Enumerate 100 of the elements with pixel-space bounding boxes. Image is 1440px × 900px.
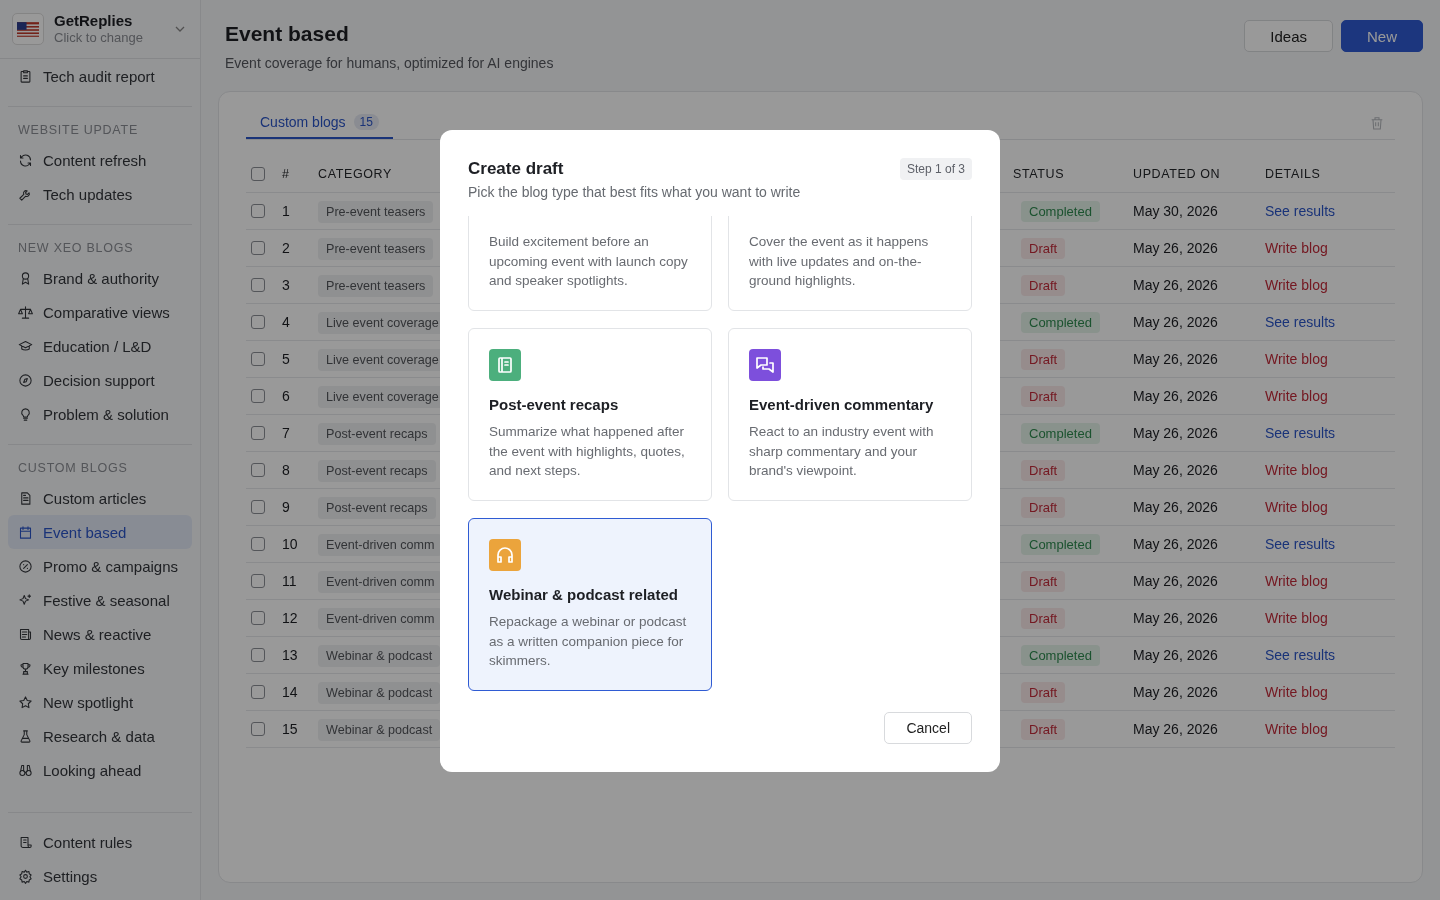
tab[interactable]: Custom blogs 15 [246,106,393,139]
column-header: # [282,167,291,181]
step-badge: Step 1 of 3 [899,158,972,180]
row-number: 8 [282,462,291,478]
row-checkbox[interactable] [251,204,265,218]
row-number: 1 [282,203,291,219]
details-link[interactable]: See results [1265,536,1336,552]
row-checkbox[interactable] [251,315,265,329]
nav-item[interactable]: Problem & solution [8,397,192,431]
ideas-button[interactable]: Ideas [1244,20,1333,52]
nav-item[interactable]: Custom articles [8,481,192,515]
date-cell-text: May 26, 2026 [1133,462,1219,478]
cancel-button[interactable]: Cancel [884,712,972,744]
blog-type-option[interactable]: Webinar & podcast related Repackage a webinar or podcast as a written companion piece for skimmers. [468,518,712,691]
account-switcher[interactable]: GetReplies Click to change [0,0,200,59]
trophy-icon [18,660,33,676]
nav-item[interactable]: Event based [8,515,192,549]
status-badge: Draft [1021,460,1066,481]
nav-item[interactable]: Looking ahead [8,753,192,787]
option-description: React to an industry event with sharp commentary and your brand's viewpoint. [749,423,935,480]
row-checkbox[interactable] [251,685,265,699]
details-link[interactable]: Write blog [1265,388,1328,404]
row-number: 15 [282,721,299,737]
document-icon [18,490,33,506]
row-checkbox[interactable] [251,389,265,403]
date-cell-text: May 26, 2026 [1133,721,1219,737]
trash-icon[interactable] [1369,114,1385,131]
nav-item[interactable]: Promo & campaigns [8,549,192,583]
account-hint: Click to change [54,30,144,46]
sparkle-icon [18,592,33,608]
option-description: Repackage a webinar or podcast as a written companion piece for skimmers. [489,613,688,670]
date-cell-text: May 26, 2026 [1133,277,1219,293]
nav-item[interactable]: New spotlight [8,685,192,719]
row-number: 9 [282,499,291,515]
category-tag: Event-driven comm [318,571,443,593]
details-link[interactable]: Write blog [1265,721,1328,737]
details-link[interactable]: See results [1265,314,1336,330]
details-link[interactable]: Write blog [1265,240,1328,256]
row-checkbox[interactable] [251,611,265,625]
blog-type-option[interactable]: Post-event recaps Summarize what happened after the event with highlights, quotes, and next steps. [468,328,712,501]
nav-item[interactable]: Research & data [8,719,192,753]
details-link[interactable]: See results [1265,425,1336,441]
row-checkbox[interactable] [251,241,265,255]
details-link[interactable]: Write blog [1265,684,1328,700]
nav-item[interactable]: Tech audit report [8,59,192,93]
category-tag: Event-driven comm [318,608,443,630]
nav-item[interactable]: Festive & seasonal [8,583,192,617]
category-tag: Event-driven comm [318,534,443,556]
nav-item[interactable]: Education / L&D [8,329,192,363]
row-checkbox[interactable] [251,500,265,514]
blog-type-option[interactable]: Event-driven commentary React to an industry event with sharp commentary and your brand's viewpoint. [728,328,972,501]
nav-item[interactable]: Settings [8,859,192,893]
option-description: Cover the event as it happens with live updates and on-the-ground highlights. [749,233,930,290]
column-header: STATUS [1013,167,1066,181]
row-checkbox[interactable] [251,537,265,551]
details-link[interactable]: See results [1265,203,1336,219]
row-number: 10 [282,536,299,552]
select-all-checkbox[interactable] [251,167,265,181]
status-badge: Draft [1021,238,1066,259]
date-cell-text: May 26, 2026 [1133,388,1219,404]
details-link[interactable]: Write blog [1265,499,1328,515]
new-button[interactable]: New [1341,20,1423,52]
flag-icon [17,21,39,37]
nav-item[interactable]: Content rules [8,825,192,859]
row-checkbox[interactable] [251,278,265,292]
details-link[interactable]: Write blog [1265,351,1328,367]
scale-icon [18,304,33,320]
date-cell-text: May 26, 2026 [1133,499,1219,515]
row-number: 2 [282,240,291,256]
nav-item[interactable]: Comparative views [8,295,192,329]
date-cell-text: May 26, 2026 [1133,536,1219,552]
nav-item[interactable]: Decision support [8,363,192,397]
row-checkbox[interactable] [251,352,265,366]
details-link[interactable]: Write blog [1265,573,1328,589]
details-link[interactable]: Write blog [1265,610,1328,626]
nav-item[interactable]: Key milestones [8,651,192,685]
account-name: GetReplies [54,12,134,30]
row-checkbox[interactable] [251,463,265,477]
blog-type-option[interactable]: Cover the event as it happens with live updates and on-the-ground highlights. [728,216,972,311]
flask-icon [18,728,33,744]
details-link[interactable]: Write blog [1265,462,1328,478]
nav-item[interactable]: News & reactive [8,617,192,651]
nav-item[interactable]: Brand & authority [8,261,192,295]
details-link[interactable]: Write blog [1265,277,1328,293]
status-badge: Draft [1021,571,1066,592]
compass-icon [18,372,33,388]
page-title: Event based [225,22,350,46]
details-link[interactable]: See results [1265,647,1336,663]
row-checkbox[interactable] [251,648,265,662]
date-cell-text: May 26, 2026 [1133,684,1219,700]
blog-type-option[interactable]: Build excitement before an upcoming event with launch copy and speaker spotlights. [468,216,712,311]
row-checkbox[interactable] [251,574,265,588]
row-checkbox[interactable] [251,722,265,736]
nav-item[interactable]: Content refresh [8,143,192,177]
nav-item[interactable]: Tech updates [8,177,192,211]
scroll-icon [18,834,33,850]
category-tag: Webinar & podcast [318,645,441,667]
row-checkbox[interactable] [251,426,265,440]
status-badge: Completed [1021,423,1100,444]
percent-icon [18,558,33,574]
